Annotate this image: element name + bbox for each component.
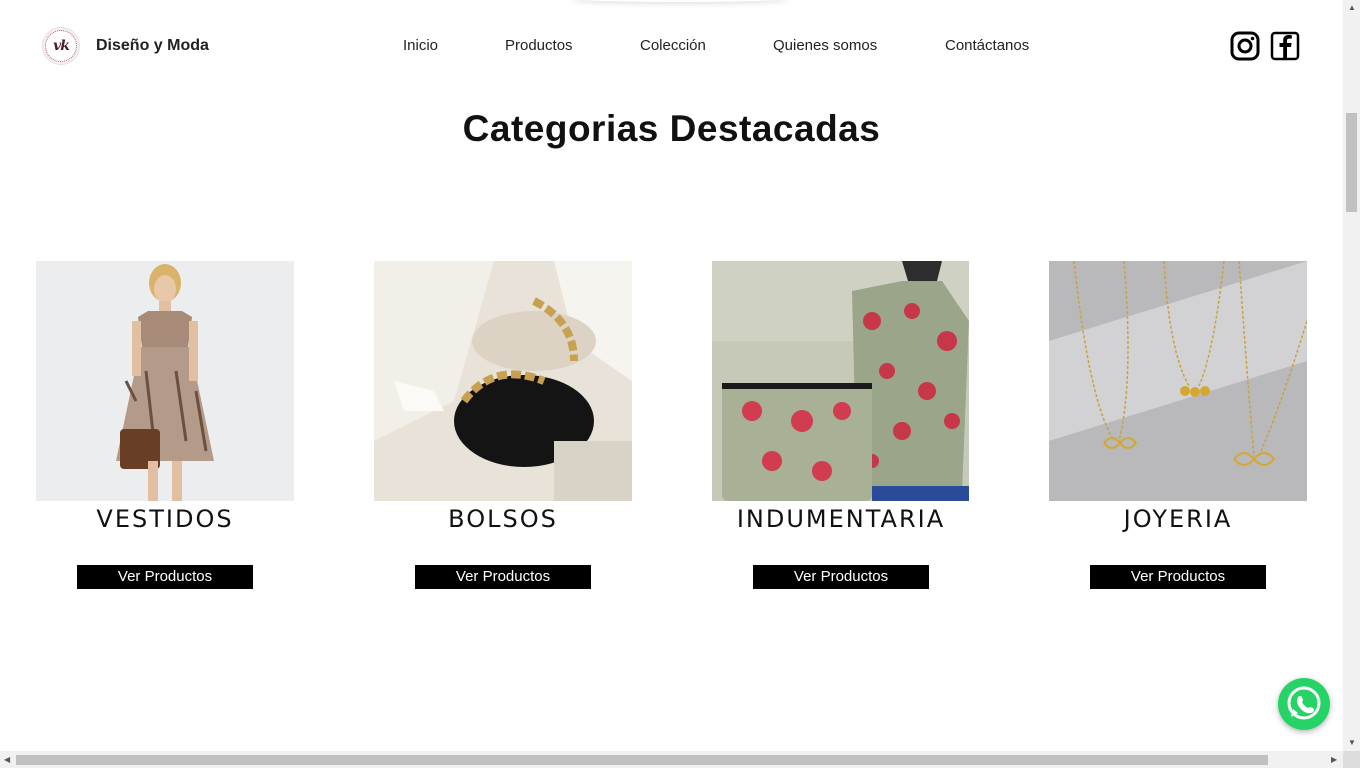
nav-item-productos[interactable]: Productos [505, 37, 573, 54]
vertical-scrollbar[interactable]: ▲ ▼ [1343, 0, 1360, 751]
horizontal-scroll-thumb[interactable] [16, 755, 1268, 765]
ver-productos-button[interactable]: Ver Productos [753, 565, 929, 589]
brand-name[interactable]: Diseño y Moda [96, 37, 209, 55]
category-name: VESTIDOS [96, 505, 234, 533]
horizontal-scrollbar[interactable]: ◀ ▶ [0, 751, 1343, 768]
category-image-joyeria[interactable] [1049, 261, 1307, 501]
scroll-right-icon[interactable]: ▶ [1331, 756, 1337, 764]
nav-item-inicio[interactable]: Inicio [403, 37, 438, 54]
facebook-icon[interactable] [1270, 31, 1300, 61]
nav-item-contactanos[interactable]: Contáctanos [945, 37, 1029, 54]
category-card-joyeria: JOYERIA Ver Productos [1049, 261, 1307, 589]
page-title: Categorias Destacadas [462, 108, 881, 149]
category-card-bolsos: BOLSOS Ver Productos [374, 261, 632, 589]
scroll-left-icon[interactable]: ◀ [4, 756, 10, 764]
category-name: JOYERIA [1123, 505, 1233, 533]
scroll-up-icon[interactable]: ▲ [1348, 4, 1356, 12]
category-card-vestidos: VESTIDOS Ver Productos [36, 261, 294, 589]
ver-productos-button[interactable]: Ver Productos [77, 565, 253, 589]
nav-item-quienes-somos[interactable]: Quienes somos [773, 37, 877, 54]
category-card-indumentaria: INDUMENTARIA Ver Productos [712, 261, 970, 589]
whatsapp-icon [1287, 686, 1321, 720]
category-image-vestidos[interactable] [36, 261, 294, 501]
category-image-bolsos[interactable] [374, 261, 632, 501]
header-shadow [570, 0, 790, 2]
nav-item-coleccion[interactable]: Colección [640, 37, 706, 54]
category-name: BOLSOS [448, 505, 558, 533]
ver-productos-button[interactable]: Ver Productos [415, 565, 591, 589]
category-name: INDUMENTARIA [736, 505, 946, 533]
logo-text: vk [53, 38, 70, 54]
vertical-scroll-thumb[interactable] [1346, 113, 1357, 212]
logo[interactable]: vk [42, 27, 80, 65]
site-header: vk Diseño y Moda Inicio Productos Colecc… [0, 0, 1343, 92]
category-image-indumentaria[interactable] [712, 261, 970, 501]
scrollbar-corner [1343, 751, 1360, 768]
instagram-icon[interactable] [1230, 31, 1260, 61]
scroll-down-icon[interactable]: ▼ [1348, 739, 1356, 747]
whatsapp-button[interactable] [1278, 678, 1330, 730]
ver-productos-button[interactable]: Ver Productos [1090, 565, 1266, 589]
